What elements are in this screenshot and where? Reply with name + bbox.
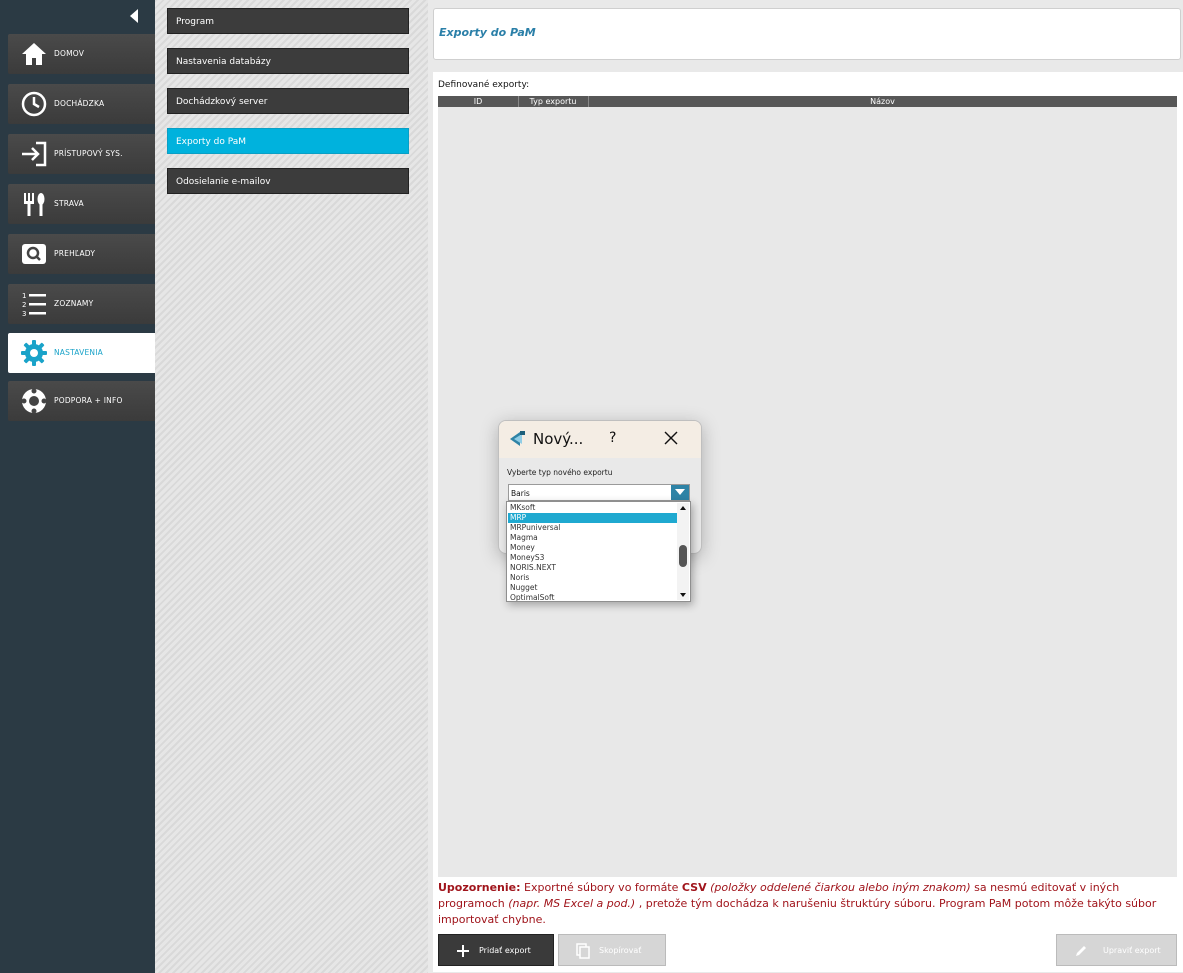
- nav-item-dochadzka[interactable]: DOCHÁDZKA: [8, 84, 155, 124]
- menu-item-program[interactable]: Program: [167, 8, 409, 34]
- menu-item-odosielanie-emailov[interactable]: Odosielanie e-mailov: [167, 168, 409, 194]
- warning-text-italic: (napr. MS Excel a pod.): [508, 897, 636, 910]
- add-export-label: Pridať export: [479, 946, 531, 955]
- login-arrow-icon: [22, 141, 47, 167]
- dialog-titlebar[interactable]: Nový... ?: [499, 421, 701, 458]
- settings-menu: Program Nastavenia databázy Dochádzkový …: [155, 0, 428, 973]
- collapse-sidebar-icon[interactable]: [128, 8, 140, 24]
- dropdown-option[interactable]: Money: [508, 543, 677, 553]
- home-icon: [22, 43, 46, 65]
- copy-export-button[interactable]: Skopírovať: [558, 934, 666, 966]
- dropdown-option[interactable]: Noris: [508, 573, 677, 583]
- nav-label: STRAVA: [54, 199, 84, 208]
- nav-label: DOCHÁDZKA: [54, 99, 105, 108]
- scrollbar-thumb[interactable]: [679, 545, 687, 567]
- warning-csv: CSV: [681, 881, 707, 894]
- csv-warning: Upozornenie: Exportné súbory vo formáte …: [438, 880, 1178, 928]
- nav-label: NASTAVENIA: [54, 348, 103, 357]
- close-icon[interactable]: [663, 430, 679, 446]
- nav-label: ZOZNAMY: [54, 299, 94, 308]
- dropdown-option[interactable]: Nugget: [508, 583, 677, 593]
- clock-icon: [21, 91, 47, 117]
- exports-table-header: ID Typ exportu Názov: [438, 96, 1177, 107]
- nav-item-pristupovy-sys[interactable]: PRÍSTUPOVÝ SYS.: [8, 134, 155, 174]
- plus-icon: [457, 945, 469, 957]
- edit-export-label: Upraviť export: [1103, 946, 1161, 955]
- svg-text:1: 1: [22, 292, 26, 300]
- dropdown-scrollbar[interactable]: [677, 503, 689, 600]
- dropdown-option[interactable]: NORIS.NEXT: [508, 563, 677, 573]
- svg-text:2: 2: [22, 301, 26, 309]
- nav-item-domov[interactable]: DOMOV: [8, 34, 155, 74]
- nav-item-nastavenia[interactable]: NASTAVENIA: [8, 333, 155, 373]
- menu-item-nastavenia-databazy[interactable]: Nastavenia databázy: [167, 48, 409, 74]
- nav-item-zoznamy[interactable]: 1 2 3 ZOZNAMY: [8, 284, 155, 324]
- column-header-nazov[interactable]: Názov: [588, 96, 1177, 107]
- nav-label: DOMOV: [54, 49, 85, 58]
- menu-item-exporty-do-pam[interactable]: Exporty do PaM: [167, 128, 409, 154]
- export-type-select[interactable]: Baris: [508, 484, 690, 501]
- app-logo-icon: [510, 431, 525, 446]
- export-type-selected-value: Baris: [511, 489, 530, 498]
- lifebuoy-icon: [21, 388, 47, 414]
- dialog-title: Nový...: [533, 430, 584, 448]
- nav-label: PREHĽADY: [54, 249, 96, 258]
- page-title: Exporty do PaM: [439, 26, 536, 39]
- dropdown-option[interactable]: OptimalSoft: [508, 593, 677, 601]
- column-header-typ-exportu[interactable]: Typ exportu: [518, 96, 589, 107]
- scroll-down-icon[interactable]: [677, 590, 689, 600]
- column-header-id[interactable]: ID: [438, 96, 519, 107]
- scroll-up-icon[interactable]: [677, 503, 689, 513]
- defined-exports-label: Definované exporty:: [438, 80, 530, 90]
- help-button[interactable]: ?: [609, 430, 616, 446]
- chevron-down-icon: [675, 489, 685, 495]
- copy-icon: [576, 943, 590, 959]
- warning-label: Upozornenie:: [438, 881, 521, 894]
- page-header: Exporty do PaM: [433, 8, 1181, 60]
- edit-export-button[interactable]: Upraviť export: [1056, 934, 1177, 966]
- nav-label: PRÍSTUPOVÝ SYS.: [54, 149, 123, 158]
- nav-item-podpora-info[interactable]: PODPORA + INFO: [8, 381, 155, 421]
- numbered-list-icon: 1 2 3: [22, 292, 46, 318]
- export-type-dropdown-list: MKsoft MRP MRPuniversal Magma Money Mone…: [506, 501, 691, 602]
- nav-label: PODPORA + INFO: [54, 396, 123, 405]
- dropdown-option[interactable]: MRPuniversal: [508, 523, 677, 533]
- pencil-icon: [1076, 946, 1086, 956]
- dropdown-toggle[interactable]: [671, 485, 689, 500]
- main-sidebar: DOMOV DOCHÁDZKA PRÍSTUPOVÝ SYS. STRAVA P…: [0, 0, 155, 973]
- dropdown-option[interactable]: MKsoft: [508, 503, 677, 513]
- copy-export-label: Skopírovať: [599, 946, 642, 955]
- nav-item-strava[interactable]: STRAVA: [8, 184, 155, 224]
- add-export-button[interactable]: Pridať export: [438, 934, 554, 966]
- dropdown-option-highlighted[interactable]: MRP: [508, 513, 677, 523]
- dropdown-option[interactable]: Magma: [508, 533, 677, 543]
- menu-item-dochadzkovy-server[interactable]: Dochádzkový server: [167, 88, 409, 114]
- cutlery-icon: [24, 193, 45, 216]
- dropdown-option[interactable]: MoneyS3: [508, 553, 677, 563]
- warning-text: Exportné súbory vo formáte: [520, 881, 682, 894]
- nav-item-prehlady[interactable]: PREHĽADY: [8, 234, 155, 274]
- svg-text:3: 3: [22, 310, 26, 318]
- dialog-prompt: Vyberte typ nového exportu: [507, 468, 613, 477]
- warning-text-italic: (položky oddelené čiarkou alebo iným zna…: [706, 881, 971, 894]
- search-icon: [22, 244, 46, 264]
- gear-icon: [21, 340, 47, 366]
